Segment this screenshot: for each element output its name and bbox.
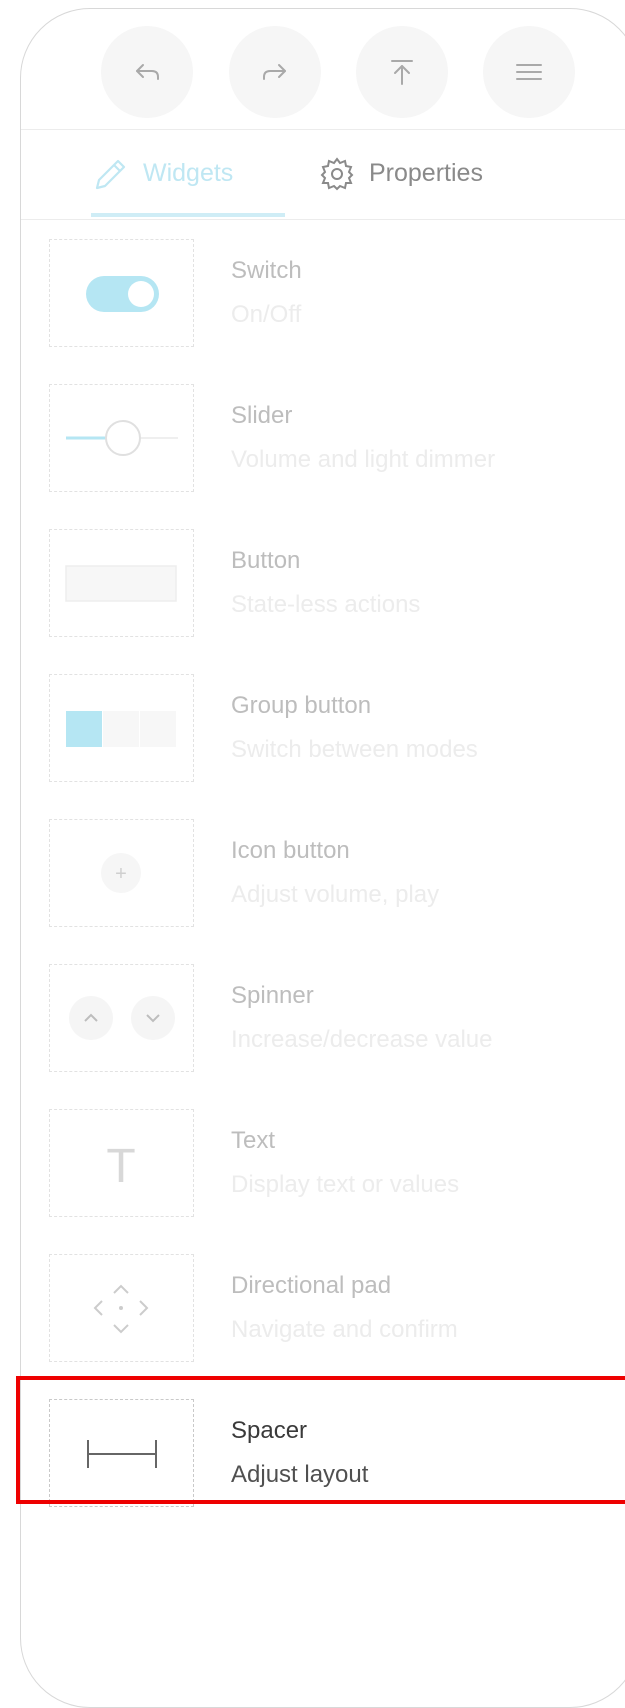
widget-spinner[interactable]: Spinner Increase/decrease value	[21, 964, 625, 1074]
widget-title: Text	[231, 1127, 276, 1154]
widget-title: Directional pad	[231, 1272, 392, 1299]
widget-switch[interactable]: Switch On/Off	[21, 239, 625, 349]
button-preview	[49, 529, 194, 637]
widget-subtitle: Navigate and confirm	[231, 1316, 458, 1343]
tab-widgets-label: Widgets	[143, 159, 234, 187]
widget-icon-button[interactable]: + Icon button Adjust volume, play	[21, 819, 625, 929]
pencil-icon	[95, 159, 126, 189]
widget-subtitle: Adjust layout	[231, 1461, 369, 1488]
spacer-preview	[49, 1399, 194, 1507]
widget-subtitle: Display text or values	[231, 1171, 460, 1198]
chevron-left-icon	[93, 1300, 103, 1316]
chevron-right-icon	[139, 1300, 149, 1316]
widget-group-button[interactable]: Group button Switch between modes	[21, 674, 625, 784]
widget-title: Spacer	[231, 1417, 308, 1444]
active-tab-indicator	[91, 213, 285, 217]
undo-button[interactable]	[101, 26, 193, 118]
chevron-down-icon	[113, 1324, 129, 1334]
chevron-up-icon	[113, 1284, 129, 1294]
widget-subtitle: Volume and light dimmer	[231, 446, 496, 473]
widget-title: Group button	[231, 692, 372, 719]
tab-properties-label: Properties	[369, 159, 483, 187]
text-preview: T	[49, 1109, 194, 1217]
widget-button[interactable]: Button State-less actions	[21, 529, 625, 639]
widget-subtitle: Adjust volume, play	[231, 881, 440, 908]
widget-text[interactable]: T Text Display text or values	[21, 1109, 625, 1219]
undo-icon	[136, 64, 159, 80]
icon-button-preview: +	[49, 819, 194, 927]
widget-title: Slider	[231, 402, 293, 429]
toolbar	[21, 9, 625, 130]
widget-directional-pad[interactable]: Directional pad Navigate and confirm	[21, 1254, 625, 1364]
widget-subtitle: Switch between modes	[231, 736, 478, 763]
menu-button[interactable]	[483, 26, 575, 118]
redo-button[interactable]	[229, 26, 321, 118]
slider-preview	[49, 384, 194, 492]
switch-preview	[49, 239, 194, 347]
dpad-preview	[49, 1254, 194, 1362]
widget-subtitle: On/Off	[231, 301, 302, 328]
widget-title: Switch	[231, 257, 302, 284]
widget-spacer[interactable]: Spacer Adjust layout	[21, 1399, 625, 1509]
widget-slider[interactable]: Slider Volume and light dimmer	[21, 384, 625, 494]
gear-icon	[320, 156, 354, 190]
tab-bar: Widgets Properties	[21, 129, 625, 220]
group-button-preview	[49, 674, 194, 782]
tab-widgets[interactable]: Widgets	[91, 151, 233, 196]
widget-title: Icon button	[231, 837, 350, 864]
tab-properties[interactable]: Properties	[319, 151, 483, 196]
text-glyph-icon: T	[106, 1140, 135, 1193]
widget-subtitle: State-less actions	[231, 591, 421, 618]
widget-panel: Widgets Properties Switch On/Off Slider …	[20, 8, 625, 1708]
menu-icon	[516, 64, 542, 80]
upload-button[interactable]	[356, 26, 448, 118]
widget-title: Spinner	[231, 982, 314, 1009]
redo-icon	[263, 64, 286, 80]
upload-icon	[391, 60, 413, 85]
widget-title: Button	[231, 547, 301, 574]
plus-icon: +	[115, 863, 127, 885]
spinner-preview	[49, 964, 194, 1072]
widget-subtitle: Increase/decrease value	[231, 1026, 493, 1053]
